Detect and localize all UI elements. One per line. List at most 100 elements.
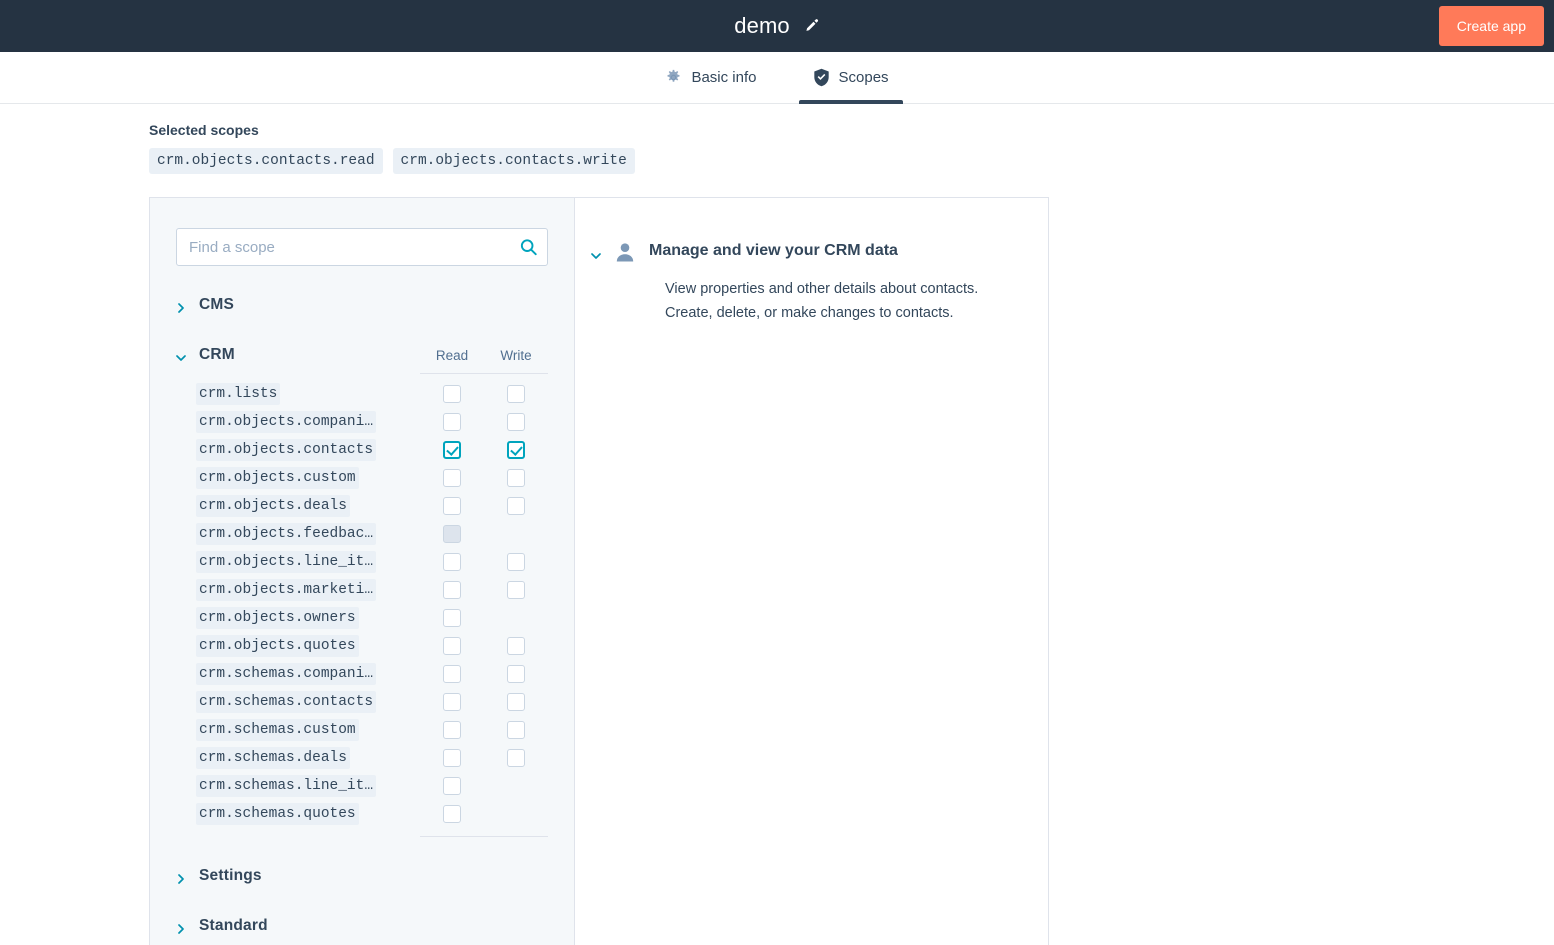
scope-row[interactable]: crm.objects.custom [176, 464, 548, 492]
read-cell [420, 497, 484, 515]
read-checkbox[interactable] [443, 805, 461, 823]
scope-row[interactable]: crm.schemas.deals [176, 744, 548, 772]
scope-group-crm: CRM Read Write crm.lists crm.objects.comp… [176, 344, 548, 837]
write-cell [484, 581, 548, 599]
scope-row-label: crm.objects.compani… [196, 411, 377, 433]
scope-row-label: crm.objects.marketi… [196, 579, 377, 601]
scope-row[interactable]: crm.objects.marketi… [176, 576, 548, 604]
read-checkbox[interactable] [443, 553, 461, 571]
write-checkbox[interactable] [507, 637, 525, 655]
chevron-down-icon[interactable] [591, 248, 601, 259]
tab-scopes-label: Scopes [838, 69, 889, 86]
write-checkbox[interactable] [507, 581, 525, 599]
scope-detail-line: View properties and other details about … [665, 281, 979, 297]
scope-list-bottom-rule [420, 836, 548, 837]
create-app-button[interactable]: Create app [1438, 6, 1544, 46]
read-checkbox[interactable] [443, 721, 461, 739]
chevron-right-icon [176, 871, 186, 884]
scope-row[interactable]: crm.objects.owners [176, 604, 548, 632]
scope-detail-line: Create, delete, or make changes to conta… [665, 305, 954, 321]
read-checkbox[interactable] [443, 609, 461, 627]
scope-group-standard-label: Standard [199, 917, 268, 934]
read-cell [420, 441, 484, 459]
read-checkbox[interactable] [443, 441, 461, 459]
read-checkbox[interactable] [443, 497, 461, 515]
read-checkbox[interactable] [443, 469, 461, 487]
scope-row[interactable]: crm.objects.line_it… [176, 548, 548, 576]
scope-row-label: crm.schemas.compani… [196, 663, 377, 685]
scope-row-label: crm.objects.custom [196, 467, 359, 489]
read-checkbox[interactable] [443, 385, 461, 403]
tab-underline [651, 100, 770, 104]
scope-row[interactable]: crm.objects.quotes [176, 632, 548, 660]
scope-detail-description: View properties and other details about … [665, 277, 1018, 325]
write-checkbox[interactable] [507, 721, 525, 739]
top-bar: demo Create app [0, 0, 1554, 52]
write-checkbox[interactable] [507, 553, 525, 571]
scope-detail-title: Manage and view your CRM data [649, 242, 898, 259]
read-cell [420, 525, 484, 543]
scope-group-standard-header[interactable]: Standard [176, 915, 548, 937]
write-checkbox[interactable] [507, 441, 525, 459]
scope-row-label: crm.schemas.quotes [196, 803, 359, 825]
write-cell [484, 777, 548, 795]
read-checkbox[interactable] [443, 693, 461, 711]
write-checkbox[interactable] [507, 469, 525, 487]
write-checkbox[interactable] [507, 385, 525, 403]
scope-row[interactable]: crm.objects.feedbac… [176, 520, 548, 548]
scope-row[interactable]: crm.objects.contacts [176, 436, 548, 464]
scope-row[interactable]: crm.lists [176, 380, 548, 408]
write-cell [484, 609, 548, 627]
scope-browser-panel: CMS CRM Read Write [150, 198, 575, 945]
tab-basic-info-label: Basic info [691, 69, 757, 86]
scope-row[interactable]: crm.schemas.contacts [176, 688, 548, 716]
scope-group-cms-header[interactable]: CMS [176, 294, 548, 316]
scope-row-label: crm.schemas.contacts [196, 691, 377, 713]
read-cell [420, 665, 484, 683]
search-icon[interactable] [519, 238, 538, 257]
write-checkbox[interactable] [507, 693, 525, 711]
app-title-group: demo [734, 13, 819, 39]
tab-basic-info[interactable]: Basic info [651, 52, 770, 103]
selected-scope-chip: crm.objects.contacts.read [149, 148, 383, 174]
column-header-rule [420, 373, 548, 374]
read-cell [420, 637, 484, 655]
scope-row-label: crm.objects.owners [196, 607, 359, 629]
scope-row[interactable]: crm.objects.compani… [176, 408, 548, 436]
write-checkbox[interactable] [507, 749, 525, 767]
read-checkbox[interactable] [443, 637, 461, 655]
read-cell [420, 749, 484, 767]
read-checkbox[interactable] [443, 413, 461, 431]
scope-row[interactable]: crm.schemas.compani… [176, 660, 548, 688]
read-checkbox[interactable] [443, 777, 461, 795]
tab-scopes[interactable]: Scopes [798, 52, 903, 104]
scope-group-crm-header[interactable]: CRM Read Write [176, 344, 548, 366]
scope-search [176, 228, 548, 266]
scope-group-crm-label: CRM [199, 346, 235, 363]
read-checkbox[interactable] [443, 749, 461, 767]
app-title: demo [734, 13, 790, 38]
scope-row[interactable]: crm.objects.deals [176, 492, 548, 520]
write-cell [484, 497, 548, 515]
write-checkbox[interactable] [507, 413, 525, 431]
chevron-down-icon [176, 350, 186, 361]
write-cell [484, 413, 548, 431]
column-header-read: Read [435, 347, 469, 363]
write-checkbox[interactable] [507, 665, 525, 683]
read-checkbox[interactable] [443, 665, 461, 683]
read-cell [420, 385, 484, 403]
scope-group-settings-header[interactable]: Settings [176, 865, 548, 887]
scope-row[interactable]: crm.schemas.quotes [176, 800, 548, 828]
pencil-icon[interactable] [804, 18, 820, 34]
write-checkbox[interactable] [507, 497, 525, 515]
scope-row-label: crm.objects.feedbac… [196, 523, 377, 545]
scope-row[interactable]: crm.schemas.line_it… [176, 772, 548, 800]
search-input[interactable] [177, 229, 547, 265]
scope-group-standard: Standard [176, 915, 548, 937]
scope-detail-panel: Manage and view your CRM data View prope… [575, 198, 1048, 945]
scope-row[interactable]: crm.schemas.custom [176, 716, 548, 744]
read-checkbox[interactable] [443, 581, 461, 599]
write-cell [484, 749, 548, 767]
tab-bar: Basic info Scopes [0, 52, 1554, 104]
write-cell [484, 553, 548, 571]
